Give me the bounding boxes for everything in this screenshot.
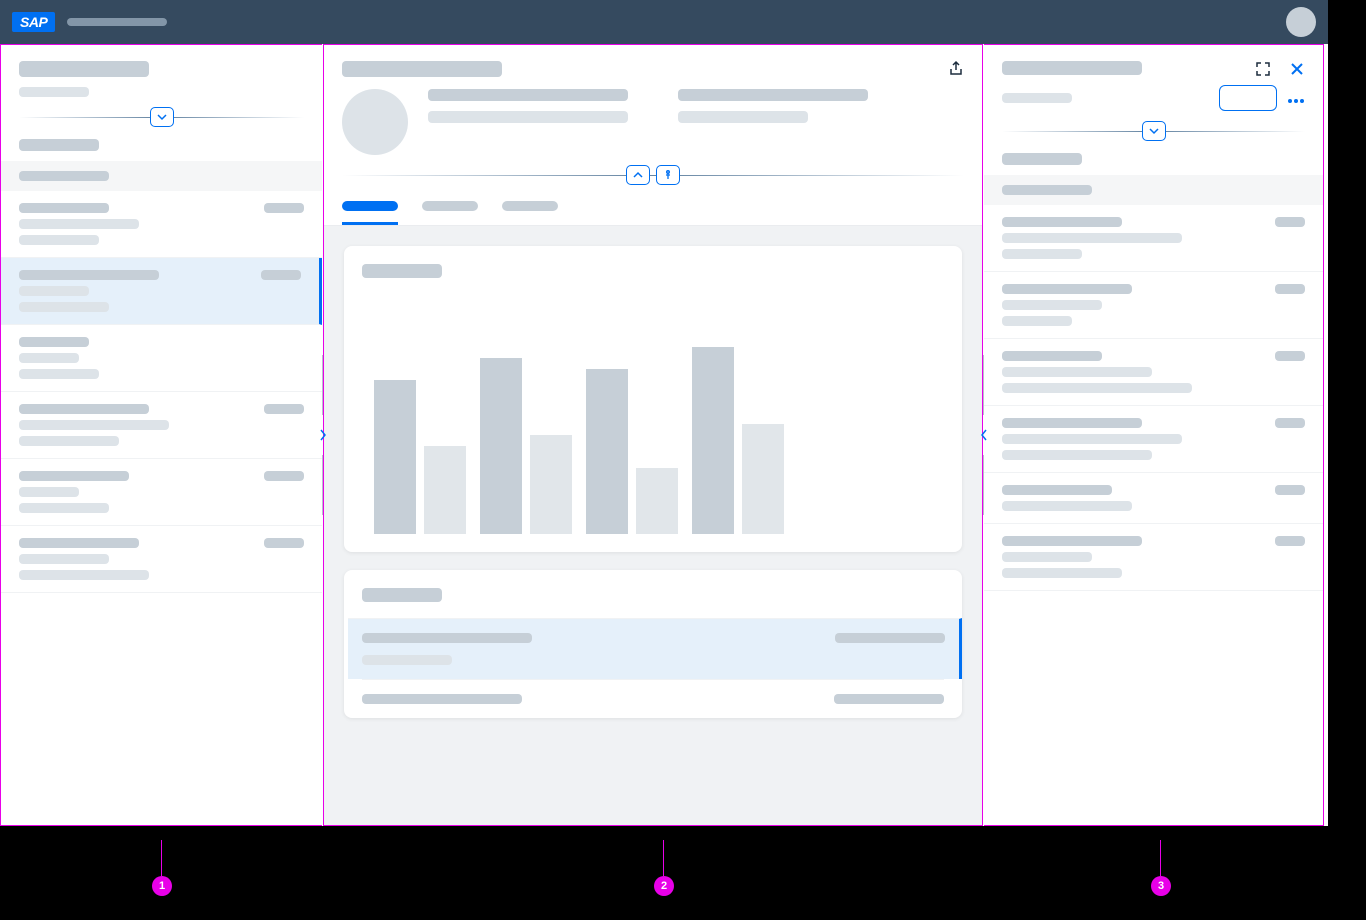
chevron-left-icon: [980, 429, 988, 441]
collapse-header-button[interactable]: [150, 107, 174, 127]
chevron-down-icon: [1149, 126, 1159, 136]
expand-left-grip[interactable]: [975, 421, 993, 449]
close-button[interactable]: [1287, 59, 1307, 79]
end-group-header: [984, 175, 1323, 205]
segmented-button[interactable]: [1219, 85, 1277, 111]
chevron-right-icon: [319, 429, 327, 441]
detail-list-card: [344, 570, 962, 718]
chart-bar: [692, 347, 734, 534]
bar-chart: [362, 294, 944, 534]
chart-bar: [636, 468, 678, 534]
annotation-footer: 1 2 3: [0, 830, 1328, 920]
tab-2[interactable]: [422, 201, 478, 211]
sap-logo[interactable]: SAP: [12, 12, 55, 32]
list-item[interactable]: [984, 473, 1323, 524]
chart-bar: [586, 369, 628, 534]
bar-group: [374, 380, 466, 534]
chevron-up-icon: [633, 170, 643, 180]
fullscreen-button[interactable]: [1253, 59, 1273, 79]
collapse-header-button[interactable]: [1142, 121, 1166, 141]
more-icon: [1287, 98, 1305, 104]
bar-group: [692, 347, 784, 534]
user-avatar[interactable]: [1286, 7, 1316, 37]
app-frame: SAP: [0, 0, 1328, 826]
begin-column: [0, 44, 322, 826]
list-item[interactable]: [984, 406, 1323, 473]
anchor-tabbar: [324, 187, 982, 226]
chart-bar: [480, 358, 522, 534]
shellbar: SAP: [0, 0, 1328, 44]
list-item[interactable]: [984, 524, 1323, 591]
master-list: [1, 191, 322, 825]
list-item[interactable]: [984, 272, 1323, 339]
object-avatar: [342, 89, 408, 155]
chart-bar: [424, 446, 466, 534]
end-header: [984, 45, 1323, 143]
detail-list-item[interactable]: [362, 679, 944, 718]
chevron-down-icon: [157, 112, 167, 122]
chart-bar: [374, 380, 416, 534]
bar-group: [586, 369, 678, 534]
share-button[interactable]: [946, 59, 966, 79]
annotation-marker-2: 2: [654, 876, 674, 896]
list-toolbar: [1, 129, 322, 161]
end-toolbar-area: [984, 143, 1323, 175]
chart-bar: [530, 435, 572, 534]
bar-group: [480, 358, 572, 534]
end-column: [984, 44, 1324, 826]
chart-card: [344, 246, 962, 552]
overflow-button[interactable]: [1287, 88, 1305, 109]
detail-list-item-selected[interactable]: [348, 618, 962, 679]
list-item[interactable]: [984, 205, 1323, 272]
tab-3[interactable]: [502, 201, 558, 211]
list-item[interactable]: [1, 526, 322, 593]
list-item[interactable]: [1, 325, 322, 392]
list-item[interactable]: [984, 339, 1323, 406]
list-item-selected[interactable]: [1, 258, 322, 325]
list-item[interactable]: [1, 459, 322, 526]
object-page-header: [324, 45, 982, 187]
collapse-header-button[interactable]: [626, 165, 650, 185]
list-header: [1, 45, 322, 129]
end-list: [984, 205, 1323, 825]
mid-column: [323, 44, 983, 826]
list-group-header: [1, 161, 322, 191]
close-icon: [1290, 62, 1304, 76]
annotation-marker-3: 3: [1151, 876, 1171, 896]
chart-bar: [742, 424, 784, 534]
flexible-column-layout: [0, 44, 1328, 826]
list-item[interactable]: [1, 392, 322, 459]
pin-header-button[interactable]: [656, 165, 680, 185]
annotation-marker-1: 1: [152, 876, 172, 896]
expand-right-grip[interactable]: [314, 421, 332, 449]
pin-icon: [663, 170, 673, 180]
tab-1[interactable]: [342, 201, 398, 211]
object-page-content: [324, 226, 982, 825]
list-item[interactable]: [1, 191, 322, 258]
app-title-placeholder: [67, 18, 167, 26]
fullscreen-icon: [1255, 61, 1271, 77]
share-icon: [947, 60, 965, 78]
